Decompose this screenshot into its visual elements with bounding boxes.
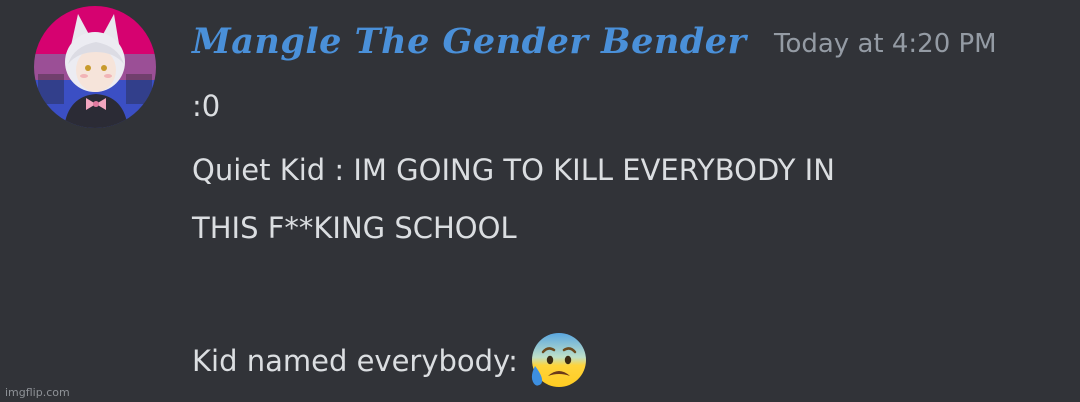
avatar-image xyxy=(34,6,156,128)
message-line: Quiet Kid : IM GOING TO KILL EVERYBODY I… xyxy=(192,153,835,187)
message-line-text: Kid named everybody: xyxy=(192,344,518,378)
message-timestamp[interactable]: Today at 4:20 PM xyxy=(774,28,997,60)
author-avatar[interactable] xyxy=(34,6,156,128)
message-line-with-emoji: Kid named everybody: xyxy=(192,330,588,392)
message-line: THIS F**KING SCHOOL xyxy=(192,211,517,245)
anxious-face-with-sweat-icon[interactable] xyxy=(526,330,588,392)
author-username[interactable]: Mangle The Gender Bender xyxy=(192,22,746,62)
imgflip-watermark: imgflip.com xyxy=(5,386,70,399)
message-line: :0 xyxy=(192,89,221,123)
